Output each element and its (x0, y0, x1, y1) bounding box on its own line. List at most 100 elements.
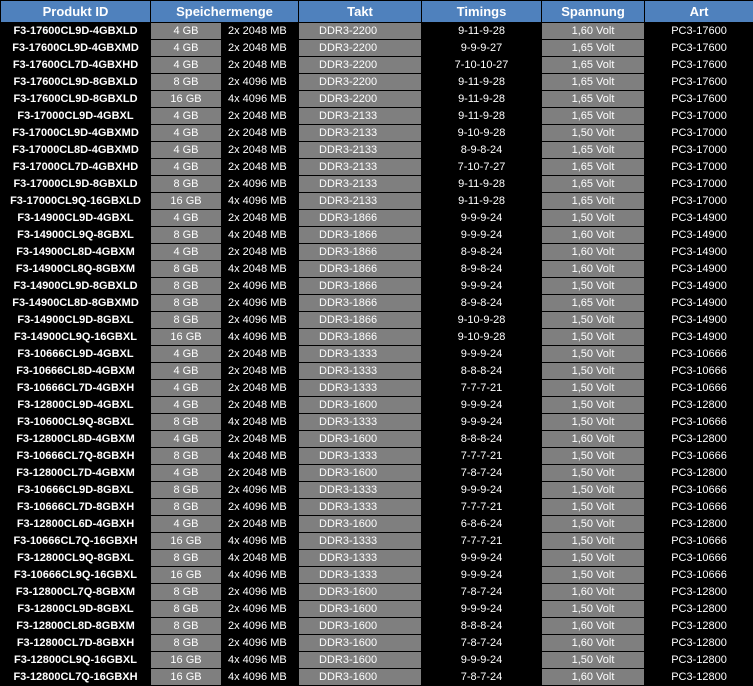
cell-art: PC3-14900 (645, 329, 753, 346)
cell-spannung: 1,60 Volt (542, 635, 645, 652)
header-takt: Takt (299, 1, 422, 23)
cell-kapazitaet: 8 GB (151, 278, 222, 295)
cell-timings: 8-8-8-24 (422, 618, 542, 635)
cell-art: PC3-10666 (645, 448, 753, 465)
cell-module: 2x 2048 MB (222, 244, 299, 261)
cell-kapazitaet: 4 GB (151, 142, 222, 159)
cell-module: 4x 2048 MB (222, 227, 299, 244)
cell-spannung: 1,50 Volt (542, 363, 645, 380)
cell-timings: 9-10-9-28 (422, 329, 542, 346)
cell-timings: 9-11-9-28 (422, 91, 542, 108)
table-row: F3-10666CL7Q-8GBXH8 GB4x 2048 MBDDR3-133… (1, 448, 753, 465)
cell-produkt-id: F3-10666CL7Q-16GBXH (1, 533, 151, 550)
cell-timings: 9-11-9-28 (422, 108, 542, 125)
cell-produkt-id: F3-12800CL6D-4GBXH (1, 516, 151, 533)
cell-module: 2x 2048 MB (222, 516, 299, 533)
cell-takt: DDR3-1600 (299, 516, 422, 533)
cell-takt: DDR3-1866 (299, 295, 422, 312)
cell-spannung: 1,50 Volt (542, 567, 645, 584)
cell-timings: 9-9-9-24 (422, 227, 542, 244)
table-row: F3-10666CL9D-4GBXL4 GB2x 2048 MBDDR3-133… (1, 346, 753, 363)
cell-produkt-id: F3-12800CL7D-4GBXM (1, 465, 151, 482)
cell-takt: DDR3-1333 (299, 533, 422, 550)
cell-module: 4x 4096 MB (222, 669, 299, 686)
cell-timings: 9-9-9-24 (422, 601, 542, 618)
cell-spannung: 1,50 Volt (542, 125, 645, 142)
cell-spannung: 1,50 Volt (542, 414, 645, 431)
table-row: F3-12800CL6D-4GBXH4 GB2x 2048 MBDDR3-160… (1, 516, 753, 533)
cell-takt: DDR3-1333 (299, 482, 422, 499)
cell-spannung: 1,60 Volt (542, 618, 645, 635)
cell-produkt-id: F3-10666CL7Q-8GBXH (1, 448, 151, 465)
cell-spannung: 1,60 Volt (542, 227, 645, 244)
cell-kapazitaet: 8 GB (151, 74, 222, 91)
cell-kapazitaet: 8 GB (151, 618, 222, 635)
cell-spannung: 1,50 Volt (542, 397, 645, 414)
cell-produkt-id: F3-14900CL9D-8GBXL (1, 312, 151, 329)
cell-module: 2x 2048 MB (222, 57, 299, 74)
cell-takt: DDR3-2133 (299, 125, 422, 142)
cell-takt: DDR3-1866 (299, 278, 422, 295)
cell-takt: DDR3-2200 (299, 23, 422, 40)
cell-kapazitaet: 8 GB (151, 414, 222, 431)
cell-spannung: 1,50 Volt (542, 516, 645, 533)
cell-module: 2x 2048 MB (222, 125, 299, 142)
cell-kapazitaet: 8 GB (151, 499, 222, 516)
cell-produkt-id: F3-10666CL8D-4GBXM (1, 363, 151, 380)
cell-timings: 9-10-9-28 (422, 312, 542, 329)
cell-produkt-id: F3-12800CL8D-4GBXM (1, 431, 151, 448)
cell-kapazitaet: 4 GB (151, 210, 222, 227)
cell-art: PC3-12800 (645, 431, 753, 448)
cell-module: 2x 4096 MB (222, 618, 299, 635)
table-row: F3-14900CL8D-4GBXM4 GB2x 2048 MBDDR3-186… (1, 244, 753, 261)
table-row: F3-12800CL9Q-8GBXL8 GB4x 2048 MBDDR3-133… (1, 550, 753, 567)
cell-produkt-id: F3-17000CL9D-4GBXMD (1, 125, 151, 142)
cell-timings: 9-10-9-28 (422, 125, 542, 142)
cell-module: 4x 4096 MB (222, 329, 299, 346)
cell-timings: 7-7-7-21 (422, 448, 542, 465)
cell-module: 2x 4096 MB (222, 584, 299, 601)
cell-produkt-id: F3-17000CL7D-4GBXHD (1, 159, 151, 176)
cell-produkt-id: F3-14900CL9Q-16GBXL (1, 329, 151, 346)
cell-module: 2x 4096 MB (222, 312, 299, 329)
cell-art: PC3-17600 (645, 74, 753, 91)
cell-spannung: 1,60 Volt (542, 584, 645, 601)
cell-kapazitaet: 16 GB (151, 669, 222, 686)
cell-spannung: 1,60 Volt (542, 431, 645, 448)
cell-module: 4x 2048 MB (222, 414, 299, 431)
cell-art: PC3-10666 (645, 482, 753, 499)
cell-produkt-id: F3-17000CL9Q-16GBXLD (1, 193, 151, 210)
cell-art: PC3-12800 (645, 516, 753, 533)
cell-module: 2x 2048 MB (222, 23, 299, 40)
cell-takt: DDR3-1866 (299, 227, 422, 244)
cell-module: 2x 4096 MB (222, 176, 299, 193)
cell-timings: 9-11-9-28 (422, 193, 542, 210)
header-produkt-id: Produkt ID (1, 1, 151, 23)
cell-module: 2x 2048 MB (222, 142, 299, 159)
table-row: F3-10666CL9Q-16GBXL16 GB4x 4096 MBDDR3-1… (1, 567, 753, 584)
table-row: F3-14900CL8D-8GBXMD8 GB2x 4096 MBDDR3-18… (1, 295, 753, 312)
cell-module: 2x 2048 MB (222, 363, 299, 380)
cell-takt: DDR3-1600 (299, 584, 422, 601)
cell-takt: DDR3-2133 (299, 159, 422, 176)
table-row: F3-14900CL9D-8GBXL8 GB2x 4096 MBDDR3-186… (1, 312, 753, 329)
cell-art: PC3-10666 (645, 380, 753, 397)
cell-module: 4x 4096 MB (222, 533, 299, 550)
cell-takt: DDR3-1866 (299, 329, 422, 346)
cell-spannung: 1,50 Volt (542, 346, 645, 363)
cell-module: 2x 2048 MB (222, 431, 299, 448)
table-row: F3-12800CL7D-4GBXM4 GB2x 2048 MBDDR3-160… (1, 465, 753, 482)
cell-timings: 8-8-8-24 (422, 431, 542, 448)
cell-spannung: 1,65 Volt (542, 295, 645, 312)
cell-produkt-id: F3-12800CL7Q-8GBXM (1, 584, 151, 601)
cell-art: PC3-17000 (645, 125, 753, 142)
cell-takt: DDR3-1600 (299, 618, 422, 635)
cell-spannung: 1,65 Volt (542, 74, 645, 91)
cell-art: PC3-17000 (645, 108, 753, 125)
memory-spec-table: Produkt ID Speichermenge Takt Timings Sp… (0, 0, 753, 686)
cell-spannung: 1,65 Volt (542, 142, 645, 159)
table-row: F3-12800CL7Q-16GBXH16 GB4x 4096 MBDDR3-1… (1, 669, 753, 686)
cell-art: PC3-14900 (645, 210, 753, 227)
cell-art: PC3-12800 (645, 397, 753, 414)
cell-module: 2x 4096 MB (222, 482, 299, 499)
